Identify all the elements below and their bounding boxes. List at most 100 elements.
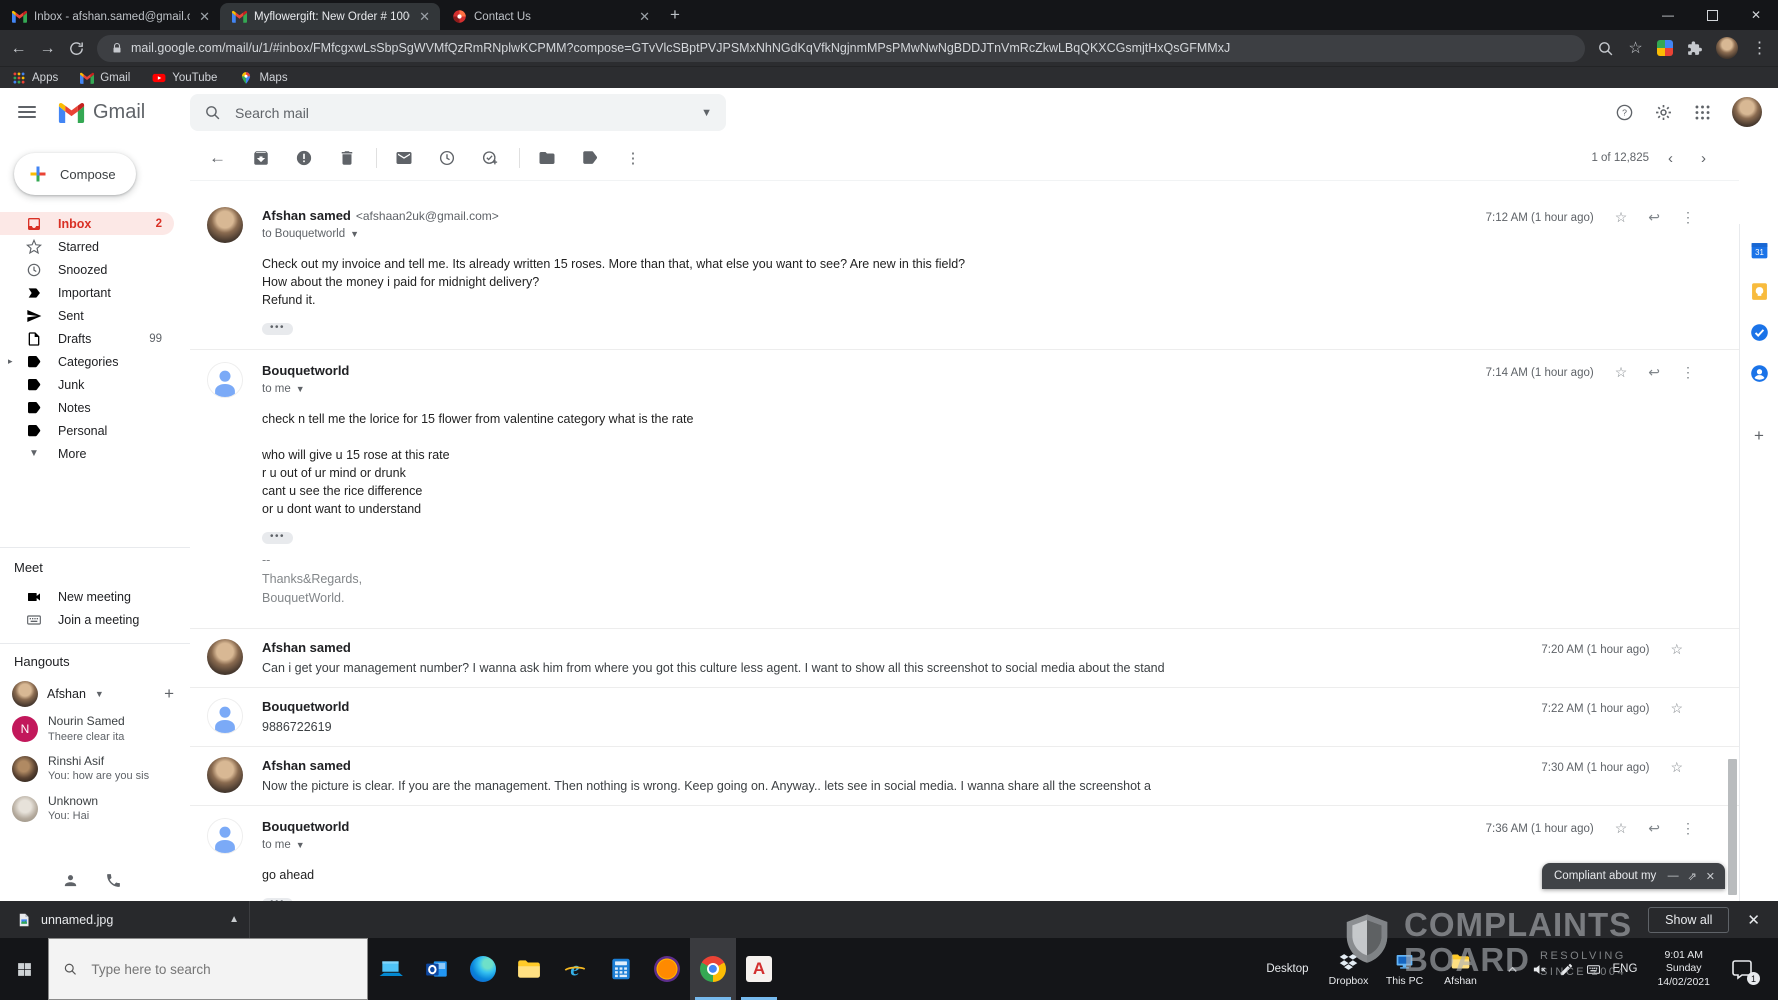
sidebar-item-drafts[interactable]: Drafts99 bbox=[0, 327, 174, 350]
taskbar-shortcut-afshan[interactable]: Afshan bbox=[1433, 951, 1489, 987]
close-icon[interactable]: ✕ bbox=[1706, 870, 1715, 883]
taskbar-app-autocad[interactable]: A bbox=[736, 938, 782, 1000]
more-options-icon[interactable]: ⋮ bbox=[1681, 209, 1695, 226]
reply-icon[interactable]: ↩ bbox=[1648, 209, 1660, 226]
snooze-icon[interactable] bbox=[438, 149, 456, 167]
taskbar-app-pc[interactable] bbox=[368, 938, 414, 1000]
move-to-icon[interactable] bbox=[538, 149, 556, 167]
search-icon[interactable] bbox=[204, 104, 221, 121]
taskbar-app-avast[interactable] bbox=[644, 938, 690, 1000]
star-icon[interactable]: ☆ bbox=[1670, 700, 1683, 717]
extension-icon[interactable] bbox=[1657, 40, 1673, 56]
contacts-person-icon[interactable] bbox=[62, 872, 79, 889]
refresh-button[interactable] bbox=[68, 40, 85, 57]
back-to-inbox-icon[interactable]: ← bbox=[209, 149, 227, 167]
start-button[interactable] bbox=[0, 938, 48, 1000]
report-spam-icon[interactable] bbox=[295, 149, 313, 167]
bookmark-item[interactable]: Gmail bbox=[80, 71, 130, 85]
reply-icon[interactable]: ↩ bbox=[1648, 364, 1660, 381]
minimize-icon[interactable]: — bbox=[1668, 870, 1679, 882]
bookmark-item[interactable]: Maps bbox=[239, 71, 287, 85]
meet-item[interactable]: New meeting bbox=[0, 585, 174, 608]
touch-keyboard-icon[interactable] bbox=[1586, 962, 1601, 977]
keep-icon[interactable] bbox=[1749, 281, 1770, 302]
desktop-toolbar-label[interactable]: Desktop bbox=[1266, 963, 1308, 975]
sidebar-item-starred[interactable]: Starred bbox=[0, 235, 174, 258]
window-minimize-button[interactable]: — bbox=[1646, 0, 1690, 30]
reply-icon[interactable]: ↩ bbox=[1648, 820, 1660, 837]
sidebar-item-junk[interactable]: Junk bbox=[0, 373, 174, 396]
browser-tab[interactable]: Inbox - afshan.samed@gmail.co✕ bbox=[0, 3, 220, 30]
language-indicator[interactable]: ENG bbox=[1613, 963, 1638, 975]
taskbar-app-calculator[interactable] bbox=[598, 938, 644, 1000]
google-apps-grid-icon[interactable] bbox=[1693, 103, 1712, 122]
search-bar[interactable]: ▼ bbox=[190, 94, 726, 131]
browser-tab[interactable]: Myflowergift: New Order # 1000✕ bbox=[220, 3, 440, 30]
show-trimmed-content-button[interactable]: ••• bbox=[262, 532, 293, 544]
star-icon[interactable]: ☆ bbox=[1615, 209, 1628, 226]
older-conversation-icon[interactable]: › bbox=[1692, 150, 1715, 167]
tab-close-icon[interactable]: ✕ bbox=[417, 9, 432, 25]
settings-gear-icon[interactable] bbox=[1654, 103, 1673, 122]
archive-icon[interactable] bbox=[252, 149, 270, 167]
recipient-line[interactable]: to Bouquetworld▼ bbox=[262, 228, 1691, 240]
taskbar-app-ie[interactable]: e bbox=[552, 938, 598, 1000]
add-to-tasks-icon[interactable] bbox=[481, 149, 499, 167]
hangouts-owner-row[interactable]: Afshan ▼ + bbox=[0, 679, 190, 709]
volume-muted-icon[interactable] bbox=[1532, 962, 1547, 977]
star-icon[interactable]: ☆ bbox=[1670, 641, 1683, 658]
tab-close-icon[interactable]: ✕ bbox=[197, 9, 212, 25]
taskbar-app-outlook[interactable] bbox=[414, 938, 460, 1000]
get-addons-plus-icon[interactable]: + bbox=[1754, 426, 1764, 446]
sidebar-item-snoozed[interactable]: Snoozed bbox=[0, 258, 174, 281]
more-options-icon[interactable]: ⋮ bbox=[1681, 820, 1695, 837]
action-center-icon[interactable]: 1 bbox=[1730, 957, 1754, 981]
window-close-button[interactable]: ✕ bbox=[1734, 0, 1778, 30]
taskbar-search[interactable] bbox=[48, 938, 368, 1000]
hangouts-contact[interactable]: NNourin SamedTheere clear ita bbox=[0, 709, 190, 749]
close-download-bar-icon[interactable]: ✕ bbox=[1747, 911, 1760, 929]
new-conversation-button[interactable]: + bbox=[164, 684, 174, 704]
sidebar-item-important[interactable]: Important bbox=[0, 281, 174, 304]
recipient-line[interactable]: to me▼ bbox=[262, 839, 1691, 851]
download-menu-chevron-icon[interactable]: ▲ bbox=[229, 914, 239, 925]
compose-window-title[interactable]: Compliant about my O... bbox=[1554, 870, 1659, 882]
show-trimmed-content-button[interactable]: ••• bbox=[262, 323, 293, 335]
address-bar[interactable]: mail.google.com/mail/u/1/#inbox/FMfcgxwL… bbox=[97, 35, 1585, 62]
bookmark-item[interactable]: YouTube bbox=[152, 71, 217, 85]
hangouts-contact[interactable]: UnknownYou: Hai bbox=[0, 789, 190, 829]
scrollbar-thumb[interactable] bbox=[1728, 759, 1737, 895]
gmail-logo[interactable]: Gmail bbox=[58, 101, 145, 124]
download-item[interactable]: unnamed.jpg ▲ bbox=[0, 911, 249, 929]
extensions-puzzle-icon[interactable] bbox=[1686, 40, 1703, 57]
email-message[interactable]: Bouquetworld98867226197:22 AM (1 hour ag… bbox=[190, 687, 1739, 746]
tab-close-icon[interactable]: ✕ bbox=[637, 9, 652, 25]
calendar-icon[interactable]: 31 bbox=[1749, 240, 1770, 261]
bookmark-item[interactable]: Apps bbox=[12, 71, 58, 85]
sidebar-item-inbox[interactable]: Inbox2 bbox=[0, 212, 174, 235]
chevron-down-icon[interactable]: ▼ bbox=[350, 229, 359, 239]
sidebar-item-notes[interactable]: Notes bbox=[0, 396, 174, 419]
chevron-down-icon[interactable]: ▼ bbox=[296, 384, 305, 394]
taskbar-app-chrome[interactable] bbox=[690, 938, 736, 1000]
compose-button[interactable]: Compose bbox=[14, 153, 136, 195]
chevron-up-icon[interactable] bbox=[1505, 962, 1520, 977]
recipient-line[interactable]: to me▼ bbox=[262, 383, 1691, 395]
search-options-icon[interactable]: ▼ bbox=[701, 107, 712, 119]
taskbar-shortcut-thispc[interactable]: This PC bbox=[1377, 951, 1433, 987]
email-message[interactable]: Afshan samedNow the picture is clear. If… bbox=[190, 746, 1739, 805]
pop-out-icon[interactable]: ⇗ bbox=[1688, 870, 1697, 883]
account-avatar[interactable] bbox=[1732, 97, 1762, 127]
meet-item[interactable]: Join a meeting bbox=[0, 608, 174, 631]
minimized-compose-window[interactable]: Compliant about my O... — ⇗ ✕ bbox=[1542, 863, 1725, 889]
windows-ink-pen-icon[interactable] bbox=[1559, 962, 1574, 977]
star-icon[interactable]: ☆ bbox=[1615, 820, 1628, 837]
more-options-icon[interactable]: ⋮ bbox=[624, 149, 642, 167]
browser-menu-icon[interactable]: ⋮ bbox=[1751, 40, 1768, 57]
contacts-icon[interactable] bbox=[1749, 363, 1770, 384]
zoom-icon[interactable] bbox=[1597, 40, 1614, 57]
hangouts-contact[interactable]: Rinshi AsifYou: how are you sis bbox=[0, 749, 190, 789]
newer-conversation-icon[interactable]: ‹ bbox=[1659, 150, 1682, 167]
help-icon[interactable]: ? bbox=[1615, 103, 1634, 122]
sidebar-item-sent[interactable]: Sent bbox=[0, 304, 174, 327]
